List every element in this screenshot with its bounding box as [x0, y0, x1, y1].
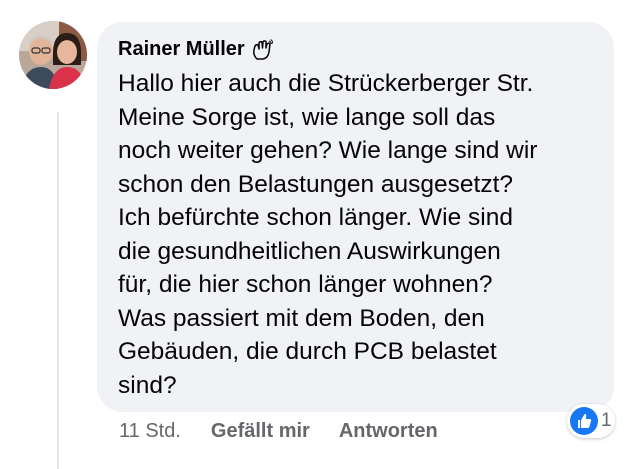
comment-timestamp[interactable]: 11 Std.: [119, 420, 181, 443]
comment-bubble: Rainer Müller Hallo hier auch die Strück…: [97, 22, 614, 412]
like-button[interactable]: Gefällt mir: [211, 420, 310, 443]
comment-line: Gebäuden, die durch PCB belastet: [118, 338, 497, 365]
comment-line: noch weiter gehen? Wie lange sind wir: [118, 137, 538, 164]
comment-author: Rainer Müller: [118, 38, 274, 61]
like-icon: [570, 407, 598, 435]
comment-line: Ich befürchte schon länger. Wie sind: [118, 204, 513, 231]
avatar[interactable]: [19, 21, 87, 89]
comment-line: Hallo hier auch die Strückerberger Str.: [118, 70, 534, 97]
comment-actions: 11 Std. Gefällt mir Antworten: [119, 420, 438, 443]
wave-hand-icon: [251, 38, 274, 61]
comment-line: schon den Belastungen ausgesetzt?: [118, 170, 514, 198]
comment-line: für, die hier schon länger wohnen?: [118, 271, 493, 298]
reply-button[interactable]: Antworten: [339, 420, 438, 443]
comment-text: Hallo hier auch die Strückerberger Str. …: [118, 67, 608, 402]
author-name[interactable]: Rainer Müller: [118, 38, 245, 61]
comment-line: Meine Sorge ist, wie lange soll das: [118, 103, 496, 131]
reaction-summary[interactable]: 1: [567, 404, 615, 438]
thread-line: [57, 112, 59, 469]
avatar-photo: [19, 21, 87, 89]
reaction-count: 1: [601, 410, 612, 431]
comment-line: sind?: [118, 371, 177, 399]
comment-line: Was passiert mit dem Boden, den: [118, 304, 485, 332]
comment-line: die gesundheitlichen Auswirkungen: [118, 237, 501, 265]
